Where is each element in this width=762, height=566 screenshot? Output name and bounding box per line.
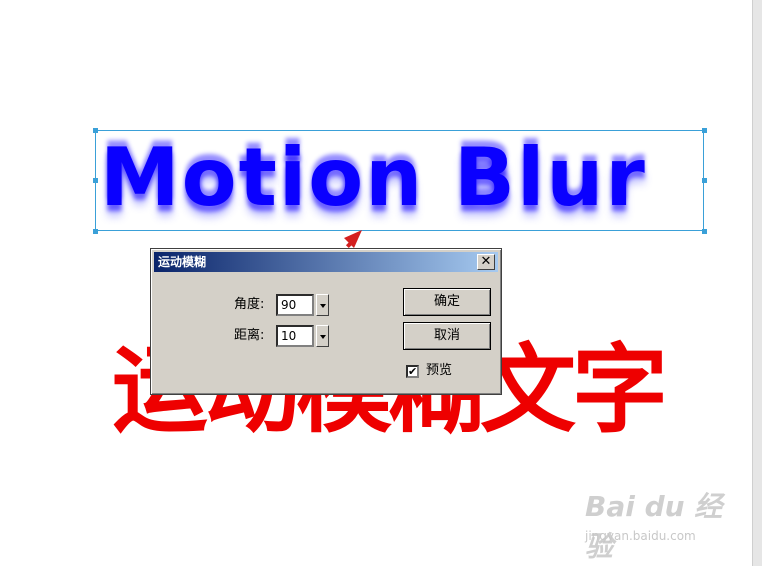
dialog-titlebar[interactable]: 运动模糊 ✕ [154, 252, 498, 272]
preview-checkbox[interactable]: ✔ [406, 365, 419, 378]
distance-dropdown-button[interactable] [316, 325, 329, 347]
angle-label: 角度: [234, 297, 265, 312]
chevron-down-icon [320, 304, 326, 308]
close-button[interactable]: ✕ [477, 254, 495, 270]
canvas-scrollbar-edge [752, 0, 762, 566]
watermark-logo: Bai du 经验 [585, 490, 723, 563]
selection-handle-bottom-left[interactable] [93, 229, 98, 234]
baidu-jingyan-watermark: Bai du 经验 jingyan.baidu.com [585, 485, 745, 563]
selection-handle-top-left[interactable] [93, 128, 98, 133]
distance-label: 距离: [234, 328, 265, 343]
selection-handle-top-right[interactable] [702, 128, 707, 133]
motion-blur-dialog: 运动模糊 ✕ 角度: 90 距离: 10 确定 取消 ✔ 预览 [150, 248, 502, 395]
preview-label: 预览 [426, 363, 453, 378]
angle-input[interactable]: 90 [276, 294, 314, 316]
distance-input[interactable]: 10 [276, 325, 314, 347]
watermark-url: jingyan.baidu.com [585, 529, 696, 543]
selection-box[interactable] [95, 130, 704, 231]
close-icon: ✕ [480, 254, 492, 269]
selection-handle-right-mid[interactable] [702, 178, 707, 183]
ok-button[interactable]: 确定 [403, 288, 491, 316]
selection-handle-left-mid[interactable] [93, 178, 98, 183]
chevron-down-icon [320, 335, 326, 339]
selection-handle-bottom-right[interactable] [702, 229, 707, 234]
dialog-title: 运动模糊 [158, 255, 207, 269]
angle-dropdown-button[interactable] [316, 294, 329, 316]
cancel-button[interactable]: 取消 [403, 322, 491, 350]
